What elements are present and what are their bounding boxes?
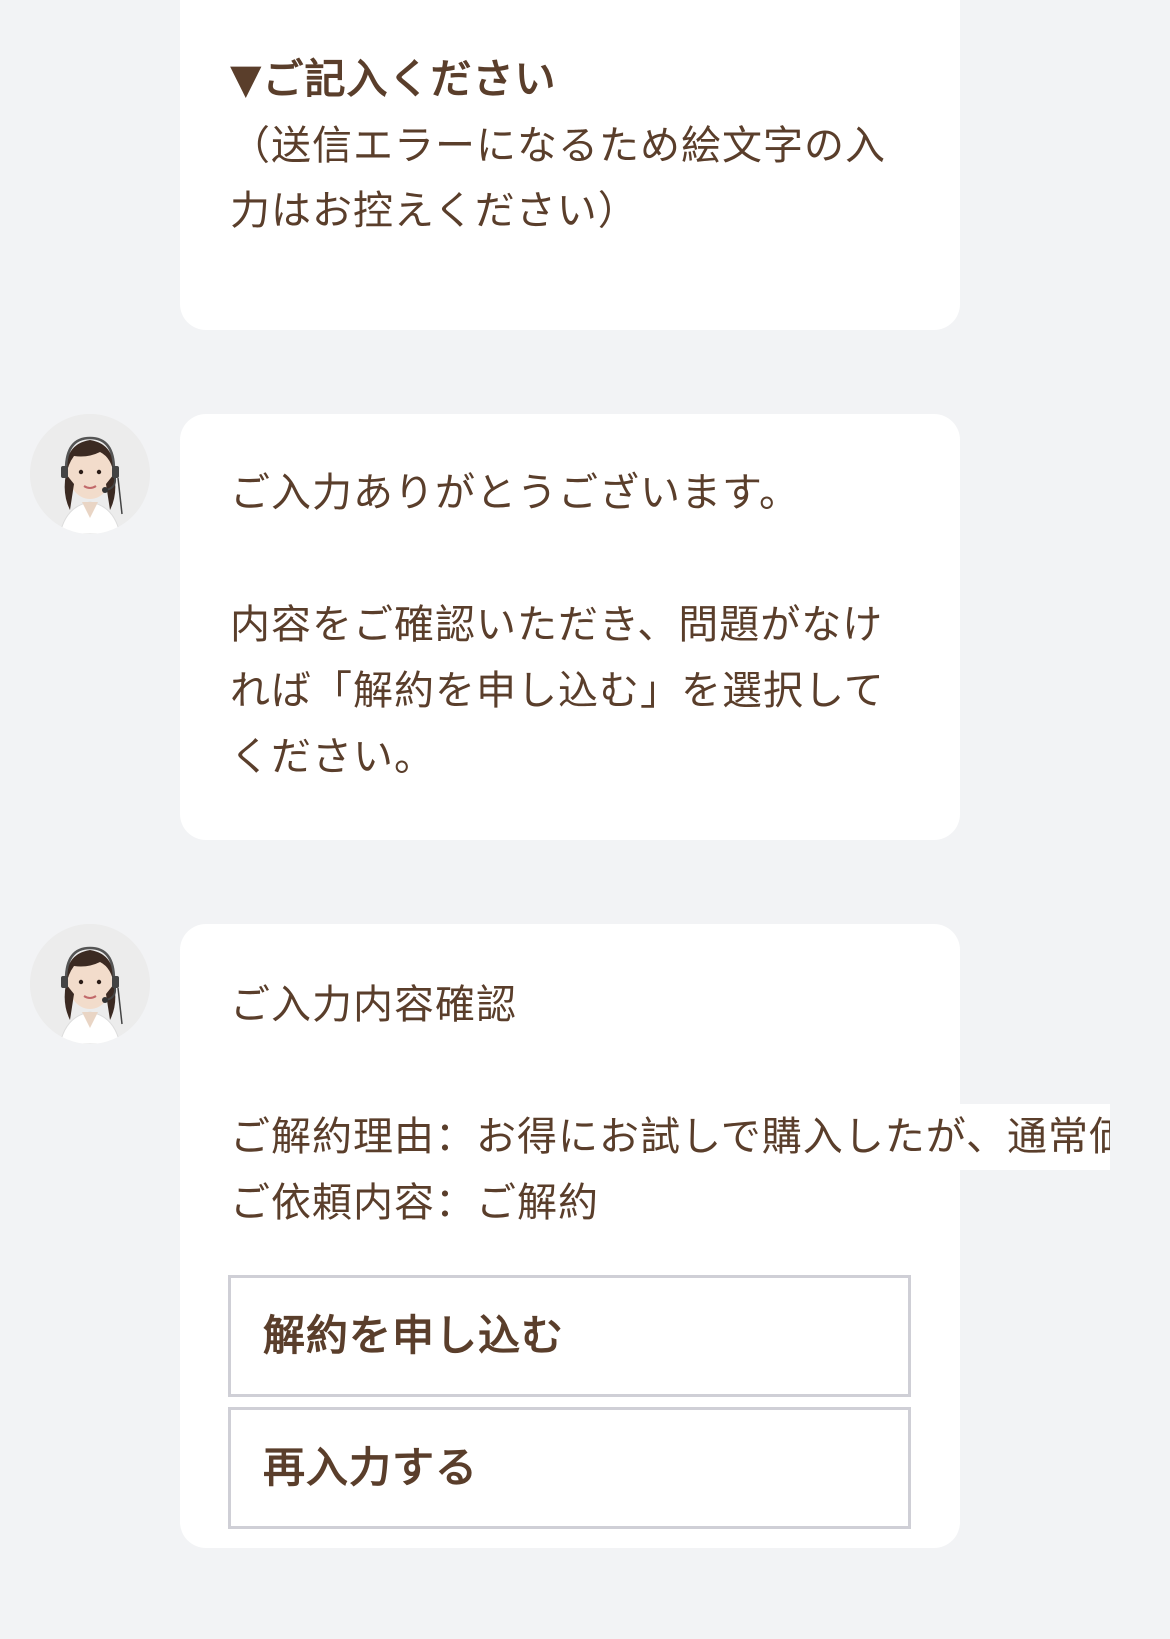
operator-avatar <box>30 924 150 1044</box>
note-bubble: ▼ご記入ください （送信エラーになるため絵文字の入 力はお控えください） <box>180 0 960 330</box>
confirm-request: ご依頼内容：ご解約 <box>230 1180 599 1226</box>
thanks-line-3: れば「解約を申し込む」を選択して <box>230 668 885 714</box>
operator-avatar <box>30 414 150 534</box>
reenter-button[interactable]: 再入力する <box>228 1407 911 1529</box>
note-line-2: 力はお控えください） <box>230 188 639 234</box>
apply-cancellation-button[interactable]: 解約を申し込む <box>228 1275 911 1397</box>
thanks-bubble: ご入力ありがとうございます。 内容をご確認いただき、問題がなけ れば「解約を申し… <box>180 414 960 840</box>
thanks-line-2: 内容をご確認いただき、問題がなけ <box>230 602 884 648</box>
confirm-title: ご入力内容確認 <box>230 982 517 1028</box>
operator-avatar-icon <box>30 924 150 1044</box>
note-line-1: （送信エラーになるため絵文字の入 <box>230 123 886 169</box>
thanks-line-4: ください。 <box>230 734 435 780</box>
operator-avatar-icon <box>30 414 150 534</box>
note-heading: ▼ご記入ください <box>230 55 557 103</box>
thanks-line-1: ご入力ありがとうございます。 <box>230 470 800 516</box>
confirm-reason: ご解約理由：お得にお試しで購入したが、通常価 <box>230 1104 1110 1170</box>
